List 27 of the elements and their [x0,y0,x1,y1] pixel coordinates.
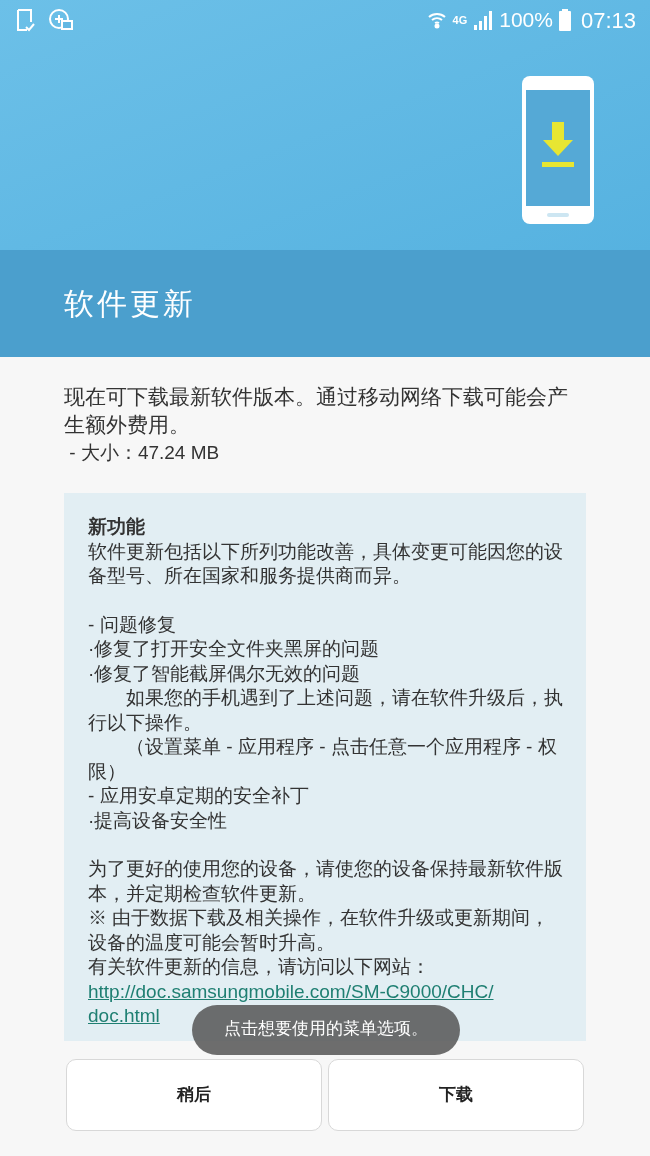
notes-text: 有关软件更新的信息，请访问以下网站： [88,955,431,979]
notes-heading: 新功能 [88,515,146,539]
globe-mail-icon [48,8,74,32]
notes-text: ·修复了打开安全文件夹黑屏的问题 [88,637,381,661]
notes-text: ·提高设备安全性 [88,808,229,833]
phone-download-icon [522,76,594,224]
download-button[interactable]: 下载 [328,1058,584,1131]
notes-text: （设置菜单 - 应用程序 - 点击任意一个应用程序 - 权限） [88,735,558,784]
notes-text: 为了更好的使用您的设备，请使您的设备保持最新软件版本，并定期检查软件更新。 [88,857,564,906]
notes-text: 如果您的手机遇到了上述问题，请在软件升级后，执行以下操作。 [88,686,564,735]
menu-hint-toast: 点击想要使用的菜单选项。 [192,1004,460,1055]
wifi-icon [426,11,447,29]
notes-text: - 问题修复 [88,612,177,637]
notes-text: - 应用安卓定期的安全补丁 [88,784,310,808]
clock: 07:13 [580,6,636,35]
battery-icon [558,9,571,31]
signal-icon [473,10,494,30]
page-title: 软件更新 [64,286,196,322]
notes-text: 软件更新包括以下所列功能改善，具体变更可能因您的设备型号、所在国家和服务提供商而异。 [88,539,564,588]
notes-text: ※ 由于数据下载及相关操作，在软件升级或更新期间，设备的温度可能会暂时升高。 [88,906,551,955]
size-text: - 大小：47.24 MB [68,441,221,465]
intro-text: 现在可下载最新软件版本。通过移动网络下载可能会产生额外费用。 [64,384,569,438]
network-type: 4G [452,12,468,28]
battery-percent: 100% [499,7,553,34]
later-button[interactable]: 稍后 [66,1058,322,1131]
tablet-check-icon [14,8,36,32]
notes-text: ·修复了智能截屏偶尔无效的问题 [88,661,362,686]
